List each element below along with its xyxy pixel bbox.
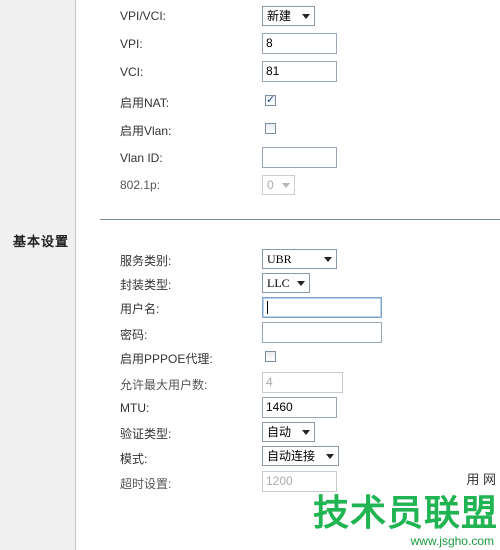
checkmark-icon: ✓	[266, 94, 276, 106]
password-label: 密码:	[120, 328, 148, 342]
username-input[interactable]	[262, 297, 382, 318]
vlan-id-label: Vlan ID:	[120, 151, 163, 165]
pppoe-proxy-checkbox[interactable]	[265, 351, 276, 362]
vpi-input[interactable]: 8	[262, 33, 337, 54]
enable-nat-checkbox[interactable]: ✓	[265, 94, 276, 106]
chevron-down-icon	[326, 454, 334, 459]
dot1p-select[interactable]: 0	[262, 175, 295, 195]
dot1p-label: 802.1p:	[120, 178, 161, 192]
chevron-down-icon	[324, 257, 332, 262]
chevron-down-icon	[302, 430, 310, 435]
vpi-vci-select[interactable]: 新建	[262, 6, 315, 26]
enable-vlan-label: 启用Vlan:	[120, 124, 172, 138]
vpi-vci-label: VPI/VCI:	[120, 9, 167, 23]
max-users-label: 允许最大用户数:	[120, 378, 208, 392]
timeout-label: 超时设置:	[120, 477, 172, 491]
vci-input[interactable]: 81	[262, 61, 337, 82]
chevron-down-icon	[282, 183, 290, 188]
vci-label: VCI:	[120, 65, 144, 79]
auth-type-select[interactable]: 自动	[262, 422, 315, 442]
encapsulation-select[interactable]: LLC	[262, 273, 310, 293]
mode-select[interactable]: 自动连接	[262, 446, 339, 466]
vpi-label: VPI:	[120, 37, 143, 51]
enable-nat-label: 启用NAT:	[120, 96, 170, 110]
sidebar: 基本设置	[0, 0, 76, 550]
chevron-down-icon	[297, 281, 305, 286]
watermark-logo: 技术员联盟	[312, 493, 498, 534]
max-users-input[interactable]: 4	[262, 372, 343, 393]
mode-label: 模式:	[120, 452, 148, 466]
section-label-basic-settings: 基本设置	[13, 234, 70, 249]
encapsulation-label: 封装类型:	[120, 278, 172, 292]
service-type-select[interactable]: UBR	[262, 249, 337, 269]
settings-form: VPI/VCI: 新建 VPI: 8 VCI: 81 启用NAT: ✓ 启用Vl…	[76, 0, 500, 550]
watermark-url: www.jsgho.com	[410, 534, 494, 548]
password-input[interactable]	[262, 322, 382, 343]
service-type-label: 服务类别:	[120, 254, 172, 268]
vlan-id-input[interactable]	[262, 147, 337, 168]
chevron-down-icon	[302, 14, 310, 19]
mtu-input[interactable]: 1460	[262, 397, 337, 418]
mtu-label: MTU:	[120, 401, 150, 415]
auth-type-label: 验证类型:	[120, 427, 172, 441]
text-caret	[267, 301, 268, 314]
section-divider	[100, 219, 500, 220]
username-label: 用户名:	[120, 302, 160, 316]
enable-vlan-checkbox[interactable]	[265, 123, 276, 134]
pppoe-proxy-label: 启用PPPOE代理:	[120, 352, 213, 366]
